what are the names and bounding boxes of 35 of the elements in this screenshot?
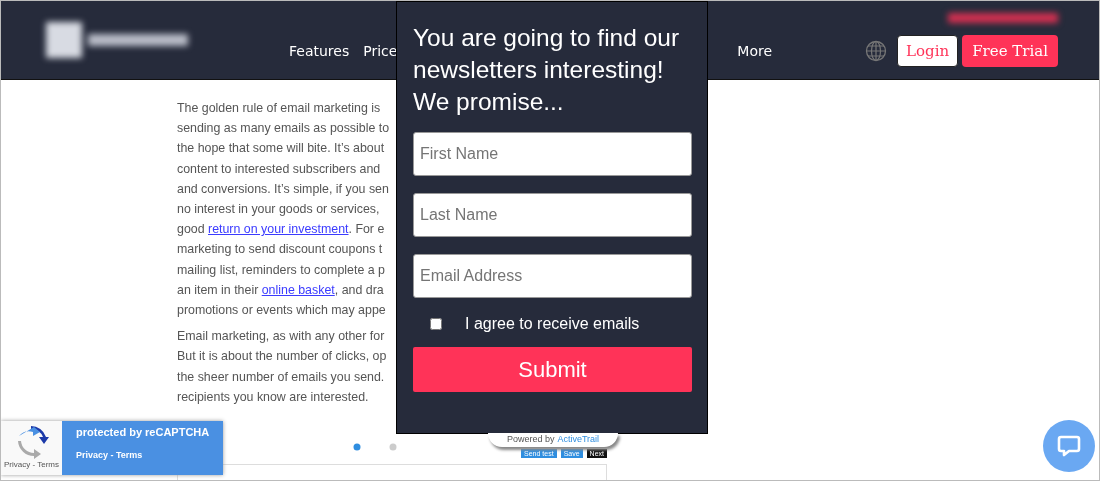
checkbox[interactable] xyxy=(430,318,442,330)
paragraph-line: recipients you know are interested. xyxy=(177,388,370,406)
popup-title: You are going to find our newsletters interesting! We promise... xyxy=(413,23,681,117)
input-field[interactable]: Last Name xyxy=(413,193,692,237)
free-trial-button[interactable]: Free Trial xyxy=(962,35,1058,67)
paragraph-line: good return on your investment. For e xyxy=(177,221,386,239)
login-button[interactable]: Login xyxy=(897,35,959,67)
chat-bubble-icon xyxy=(1057,434,1081,458)
paragraph-line: Email marketing, as with any other for xyxy=(177,328,386,346)
text-link[interactable]: return on your investment xyxy=(208,222,349,237)
nav-link[interactable]: Features xyxy=(289,43,350,59)
globe-icon[interactable] xyxy=(865,40,888,62)
paragraph-line: content to interested subscribers and xyxy=(177,160,382,178)
submit-button[interactable]: Submit xyxy=(413,347,692,392)
paragraph-line: marketing to send discount coupons t xyxy=(177,241,384,259)
paragraph-line: But it is about the number of clicks, op xyxy=(177,348,388,366)
paragraph-line: no interest in your goods or services, xyxy=(177,201,381,218)
paragraph-line: sending as many emails as possible to xyxy=(177,120,391,138)
paragraph-line: the sheer number of emails you send. xyxy=(177,368,386,386)
recaptcha-title: protected by reCAPTCHA xyxy=(76,426,211,438)
paragraph-line: The golden rule of email marketing is xyxy=(177,100,382,117)
input-field[interactable]: Email Address xyxy=(413,254,692,298)
nav-link[interactable]: More xyxy=(737,43,773,59)
nav-link[interactable]: Price xyxy=(363,43,398,59)
brand-link[interactable]: ActiveTrail xyxy=(557,434,600,444)
paragraph-line: an item in their online basket, and dra xyxy=(177,281,385,299)
input-field[interactable]: First Name xyxy=(413,132,692,176)
paragraph-line: mailing list, reminders to complete a p xyxy=(177,261,386,279)
paragraph-line: the hope that some will bite. It’s about xyxy=(177,140,386,158)
privacy-terms-link[interactable]: Privacy - Terms xyxy=(4,460,59,469)
text-link[interactable]: online basket xyxy=(261,282,335,297)
paragraph-line: and conversions. It’s simple, if you sen xyxy=(177,180,390,198)
powered-by-text: Powered by xyxy=(506,434,555,444)
paragraph-line: promotions or events which may appe xyxy=(177,302,387,320)
checkbox-label: I agree to receive emails xyxy=(465,315,640,333)
